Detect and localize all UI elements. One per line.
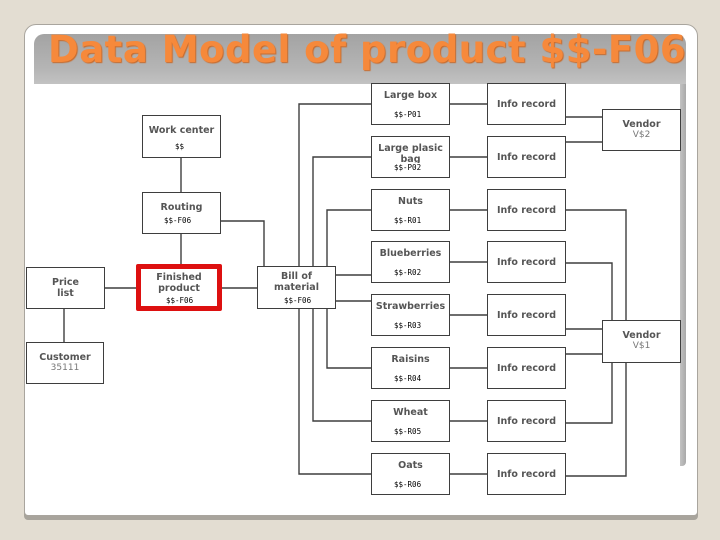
info-record-box[interactable]: Info record (487, 347, 566, 389)
price-list-box[interactable]: Price list (26, 267, 105, 309)
info-record-label: Info record (496, 257, 557, 268)
line-bom-wheat (312, 308, 371, 422)
line-routing-bom (220, 220, 265, 266)
material-label: Oats (398, 460, 423, 471)
finished-product-label: Finished product (156, 272, 202, 294)
info-record-label: Info record (496, 416, 557, 427)
material-label: Large plasic bag (378, 143, 443, 165)
line-bom-plasticbag (312, 156, 371, 267)
material-code: $$-R06 (394, 480, 422, 489)
price-list-label: Price list (52, 277, 79, 299)
work-center-code: $$ (175, 142, 185, 151)
line-bom-raisins (326, 308, 371, 369)
material-code: $$-R02 (394, 268, 422, 277)
info-record-box[interactable]: Info record (487, 453, 566, 495)
line-info3-vendor1 (565, 209, 627, 321)
info-record-label: Info record (496, 152, 557, 163)
vendor-v1-label: Vendor (622, 330, 661, 341)
material-label: Raisins (391, 354, 430, 365)
material-label: Large box (383, 90, 438, 101)
vendor-v1-id: V$1 (632, 341, 651, 351)
line-bom-oats (298, 308, 371, 475)
bill-of-material-label: Bill of material (274, 271, 319, 293)
info-record-box[interactable]: Info record (487, 400, 566, 442)
info-record-box[interactable]: Info record (487, 83, 566, 125)
material-code: $$-P01 (394, 110, 422, 119)
line-bom-nuts (326, 209, 371, 267)
line-info4-vendor1 (565, 262, 613, 321)
vendor-v2-label: Vendor (622, 119, 661, 130)
work-center-box[interactable]: Work center (142, 115, 221, 158)
finished-product-code: $$-F06 (166, 296, 194, 305)
customer-label: Customer (39, 352, 91, 363)
info-record-label: Info record (496, 363, 557, 374)
routing-box[interactable]: Routing (142, 192, 221, 234)
connector-lines (63, 103, 627, 477)
customer-id: 35111 (50, 363, 80, 373)
info-record-label: Info record (496, 99, 557, 110)
line-info8-vendor1 (565, 362, 627, 477)
info-record-box[interactable]: Info record (487, 294, 566, 336)
vendor-v1-box[interactable]: Vendor V$1 (602, 320, 681, 363)
bill-of-material-code: $$-F06 (278, 296, 316, 305)
material-code: $$-R01 (394, 216, 422, 225)
customer-box[interactable]: Customer 35111 (26, 342, 104, 384)
line-info7-vendor1 (565, 362, 613, 424)
material-code: $$-P02 (394, 163, 422, 172)
material-label: Wheat (393, 407, 428, 418)
info-record-box[interactable]: Info record (487, 136, 566, 178)
routing-label: Routing (160, 202, 203, 213)
material-code: $$-R03 (394, 321, 422, 330)
routing-code: $$-F06 (164, 216, 192, 225)
info-record-label: Info record (496, 205, 557, 216)
material-code: $$-R05 (394, 427, 422, 436)
info-record-label: Info record (496, 469, 557, 480)
material-label: Blueberries (379, 248, 442, 259)
material-code: $$-R04 (394, 374, 422, 383)
info-record-label: Info record (496, 310, 557, 321)
work-center-label: Work center (148, 125, 215, 136)
material-label: Nuts (398, 196, 423, 207)
vendor-v2-id: V$2 (632, 130, 651, 140)
info-record-box[interactable]: Info record (487, 189, 566, 231)
material-label: Strawberries (375, 301, 446, 312)
info-record-box[interactable]: Info record (487, 241, 566, 283)
vendor-v2-box[interactable]: Vendor V$2 (602, 109, 681, 151)
line-bom-largebox (298, 103, 371, 267)
